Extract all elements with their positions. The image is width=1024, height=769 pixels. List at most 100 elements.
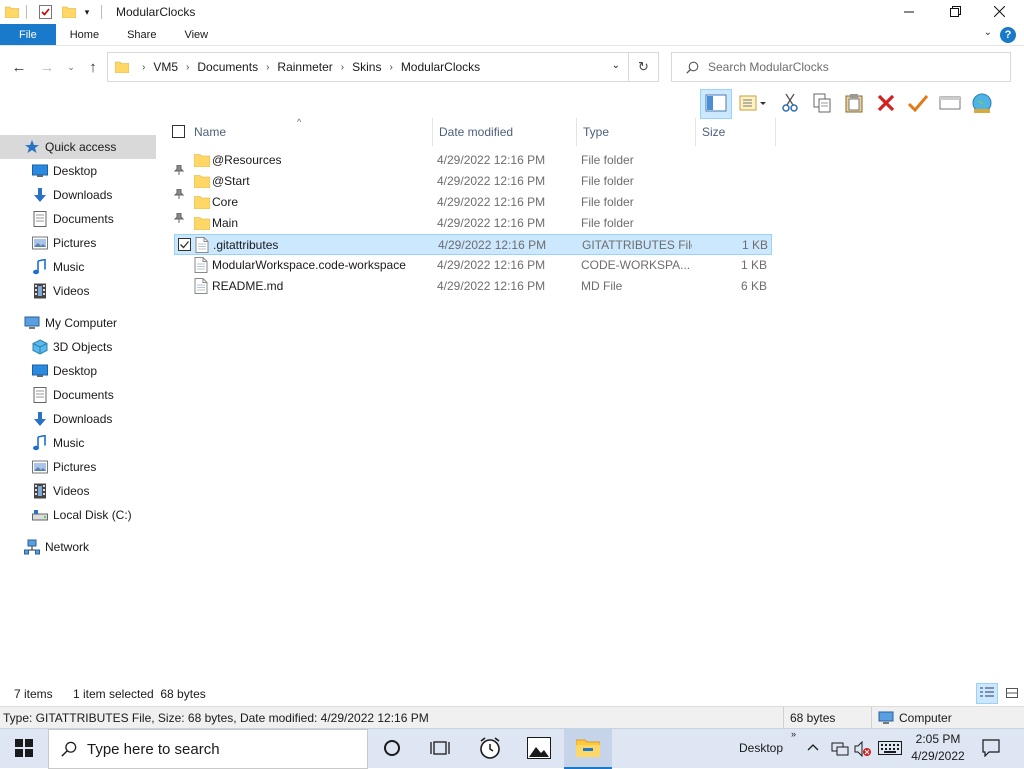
- nav-my-computer-music[interactable]: Music: [32, 431, 84, 455]
- file-row[interactable]: Core 4/29/2022 12:16 PM File folder: [174, 192, 772, 213]
- file-row[interactable]: @Start 4/29/2022 12:16 PM File folder: [174, 171, 772, 192]
- paste-button[interactable]: [838, 89, 870, 119]
- nav-my-computer-documents[interactable]: Documents: [32, 383, 114, 407]
- chevron-down-icon[interactable]: ⌄: [612, 60, 620, 71]
- navigation-pane: Quick access Desktop Downloads Documents Pic…: [0, 134, 185, 674]
- nav-my-computer-local-disk-c[interactable]: Local Disk (C:): [32, 503, 132, 527]
- volume-button[interactable]: [854, 740, 872, 760]
- nav-quick-access-videos[interactable]: Videos: [32, 279, 89, 303]
- breadcrumb-skins[interactable]: Skins: [348, 60, 385, 74]
- chevron-right-icon[interactable]: ›: [385, 62, 396, 73]
- delete-button[interactable]: [870, 89, 902, 119]
- properties-icon[interactable]: [37, 4, 53, 20]
- file-name: Main: [212, 215, 239, 230]
- breadcrumb-vm5[interactable]: VM5: [149, 60, 182, 74]
- tab-file[interactable]: File: [0, 24, 56, 45]
- search-box[interactable]: [671, 52, 1011, 82]
- file-row[interactable]: README.md 4/29/2022 12:16 PM MD File 6 KB: [174, 276, 772, 297]
- desktop-toolbar-label[interactable]: Desktop: [739, 741, 783, 755]
- nav-quick-access-downloads[interactable]: Downloads: [32, 183, 185, 207]
- notifications-button[interactable]: [982, 739, 1000, 760]
- column-name[interactable]: Name: [188, 118, 433, 146]
- nav-my-computer-pictures[interactable]: Pictures: [32, 455, 96, 479]
- volume-muted-icon: [854, 740, 872, 760]
- nav-quick-access-desktop[interactable]: Desktop: [32, 159, 185, 183]
- search-icon: [684, 59, 700, 75]
- nav-item-label: Documents: [53, 212, 114, 226]
- breadcrumb-modularclocks[interactable]: ModularClocks: [397, 60, 484, 74]
- nav-network[interactable]: Network: [24, 535, 89, 559]
- tab-share[interactable]: Share: [113, 24, 170, 45]
- task-view-button[interactable]: [416, 729, 464, 769]
- chevron-down-icon[interactable]: ⌄: [984, 27, 992, 38]
- close-button[interactable]: [976, 0, 1022, 24]
- column-date-modified[interactable]: Date modified: [433, 118, 577, 146]
- nav-my-computer-desktop[interactable]: Desktop: [32, 359, 97, 383]
- recent-locations-button[interactable]: ⌄: [61, 57, 81, 77]
- preview-pane-button[interactable]: [700, 89, 732, 119]
- chevron-right-icon[interactable]: ›: [182, 62, 193, 73]
- breadcrumb-rainmeter[interactable]: Rainmeter: [273, 60, 336, 74]
- refresh-button[interactable]: ↻: [628, 53, 658, 81]
- chevron-down-icon: ⌄: [67, 61, 75, 72]
- nav-my-computer-videos[interactable]: Videos: [32, 479, 89, 503]
- properties-button[interactable]: [934, 89, 966, 119]
- network-globe-button[interactable]: [966, 89, 998, 119]
- alarm-clock-icon: [478, 736, 502, 763]
- nav-my-computer-downloads[interactable]: Downloads: [32, 407, 112, 431]
- copy-button[interactable]: [806, 89, 838, 119]
- breadcrumb-documents[interactable]: Documents: [193, 60, 262, 74]
- system-clock[interactable]: 2:05 PM 4/29/2022: [908, 731, 968, 765]
- keyboard-button[interactable]: [878, 741, 902, 758]
- nav-quick-access-music[interactable]: Music: [32, 255, 84, 279]
- file-row[interactable]: .gitattributes 4/29/2022 12:16 PM GITATTRI…: [174, 234, 772, 255]
- large-icons-view-button[interactable]: [1002, 683, 1022, 704]
- minimize-button[interactable]: [886, 0, 932, 24]
- help-button[interactable]: ?: [1000, 27, 1016, 43]
- chevron-right-icon[interactable]: ›: [138, 62, 149, 73]
- view-options-button[interactable]: [732, 89, 774, 119]
- taskbar-photos-app[interactable]: [515, 729, 563, 769]
- maximize-button[interactable]: [932, 0, 978, 24]
- file-row[interactable]: Main 4/29/2022 12:16 PM File folder: [174, 213, 772, 234]
- tab-home[interactable]: Home: [56, 24, 113, 45]
- customize-quick-access-icon[interactable]: ▾: [79, 4, 95, 20]
- back-button[interactable]: ←: [9, 57, 29, 77]
- nav-my-computer-3d-objects[interactable]: 3D Objects: [32, 335, 112, 359]
- show-hidden-icons-button[interactable]: [807, 740, 819, 754]
- chevron-right-icon[interactable]: ›: [262, 62, 273, 73]
- network-status-button[interactable]: [831, 741, 849, 760]
- nav-my-computer[interactable]: My Computer: [24, 311, 117, 335]
- taskbar-search-box[interactable]: Type here to search: [48, 729, 368, 769]
- status-bar: 7 items 1 item selected 68 bytes: [0, 683, 1024, 704]
- nav-quick-access-documents[interactable]: Documents: [32, 207, 185, 231]
- file-size: 1 KB: [741, 237, 768, 252]
- rename-button[interactable]: [902, 89, 934, 119]
- music-icon: [32, 435, 48, 451]
- nav-quick-access-pictures[interactable]: Pictures: [32, 231, 185, 255]
- chevron-right-icon[interactable]: ›: [337, 62, 348, 73]
- column-size[interactable]: Size: [696, 118, 776, 146]
- cortana-icon: [383, 739, 401, 760]
- file-row[interactable]: ModularWorkspace.code-workspace 4/29/2022…: [174, 255, 772, 276]
- chevron-double-icon[interactable]: »: [791, 729, 796, 739]
- taskbar-file-explorer-app[interactable]: [564, 729, 612, 769]
- new-folder-icon[interactable]: [61, 4, 77, 20]
- nav-quick-access[interactable]: Quick access: [0, 135, 156, 159]
- cut-button[interactable]: [774, 89, 806, 119]
- file-row[interactable]: @Resources 4/29/2022 12:16 PM File folder: [174, 150, 772, 171]
- select-all-checkbox[interactable]: [172, 125, 185, 138]
- tab-view[interactable]: View: [170, 24, 222, 45]
- details-view-button[interactable]: [976, 683, 998, 704]
- column-type[interactable]: Type: [577, 118, 696, 146]
- taskbar-alarm-app[interactable]: [466, 729, 514, 769]
- forward-button[interactable]: →: [37, 57, 57, 77]
- row-checkbox[interactable]: [178, 238, 191, 251]
- search-input[interactable]: [708, 60, 998, 74]
- music-icon: [32, 259, 48, 275]
- navigation-bar: ← → ⌄ ↑ › VM5 › Documents › Rainmeter › …: [0, 52, 1024, 82]
- up-button[interactable]: ↑: [83, 57, 103, 77]
- cortana-button[interactable]: [368, 729, 416, 769]
- start-button[interactable]: [0, 729, 48, 769]
- address-bar[interactable]: › VM5 › Documents › Rainmeter › Skins › …: [107, 52, 659, 82]
